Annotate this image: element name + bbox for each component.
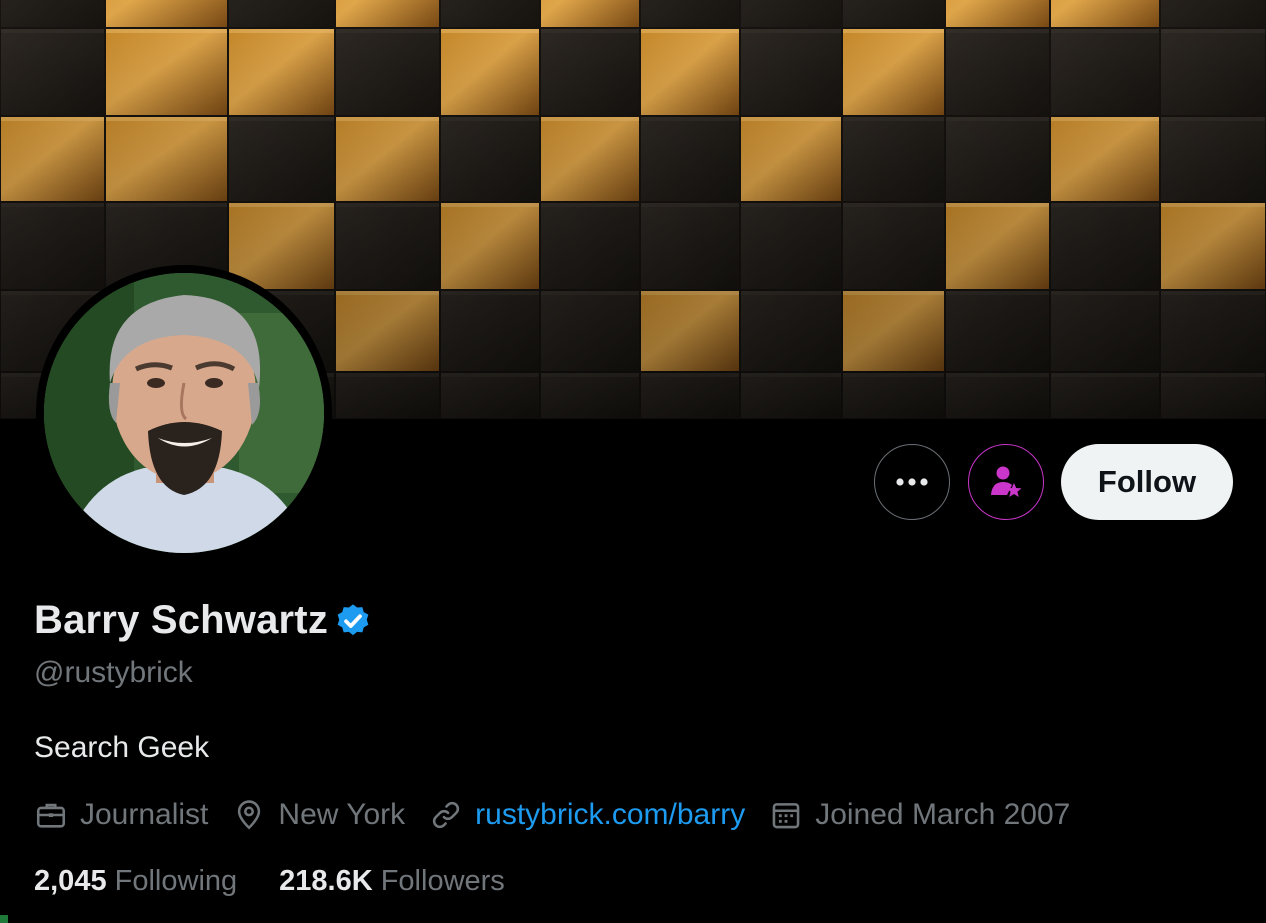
joined-item: Joined March 2007 bbox=[769, 798, 1070, 832]
profession-item: Journalist bbox=[34, 798, 208, 832]
avatar-photo bbox=[44, 273, 324, 553]
calendar-icon bbox=[772, 803, 800, 829]
following-label: Following bbox=[114, 865, 238, 897]
followers-stat[interactable]: 218.6K Followers bbox=[279, 865, 505, 898]
website-link[interactable]: rustybrick.com/barry bbox=[475, 798, 745, 832]
subscribe-button[interactable] bbox=[968, 444, 1044, 520]
profile-stats: 2,045 Following 218.6K Followers bbox=[34, 865, 547, 898]
profession-label: Journalist bbox=[80, 798, 209, 831]
following-count: 2,045 bbox=[34, 865, 107, 897]
more-options-button[interactable] bbox=[874, 444, 950, 520]
link-icon bbox=[433, 801, 460, 829]
followers-count: 218.6K bbox=[279, 865, 373, 897]
verified-badge-icon[interactable] bbox=[334, 602, 372, 640]
briefcase-icon bbox=[36, 803, 66, 828]
follow-button[interactable]: Follow bbox=[1061, 444, 1233, 520]
person-star-icon bbox=[991, 466, 1022, 497]
followers-label: Followers bbox=[380, 865, 505, 897]
website-item: rustybrick.com/barry bbox=[429, 798, 745, 832]
following-stat[interactable]: 2,045 Following bbox=[34, 865, 237, 898]
profile-bio: Search Geek bbox=[34, 731, 210, 764]
avatar[interactable] bbox=[36, 265, 332, 561]
display-name: Barry Schwartz bbox=[34, 598, 329, 642]
profile-handle: @rustybrick bbox=[34, 656, 193, 689]
corner-indicator bbox=[0, 915, 8, 923]
joined-label: Joined March 2007 bbox=[815, 798, 1071, 831]
profile-meta: Journalist New York rustybrick.com/barry… bbox=[34, 798, 1094, 832]
location-pin-icon bbox=[238, 800, 261, 830]
name-row: Barry Schwartz bbox=[34, 598, 372, 643]
more-horizontal-icon bbox=[896, 478, 928, 486]
location-label: New York bbox=[278, 798, 406, 831]
location-item: New York bbox=[232, 798, 405, 832]
